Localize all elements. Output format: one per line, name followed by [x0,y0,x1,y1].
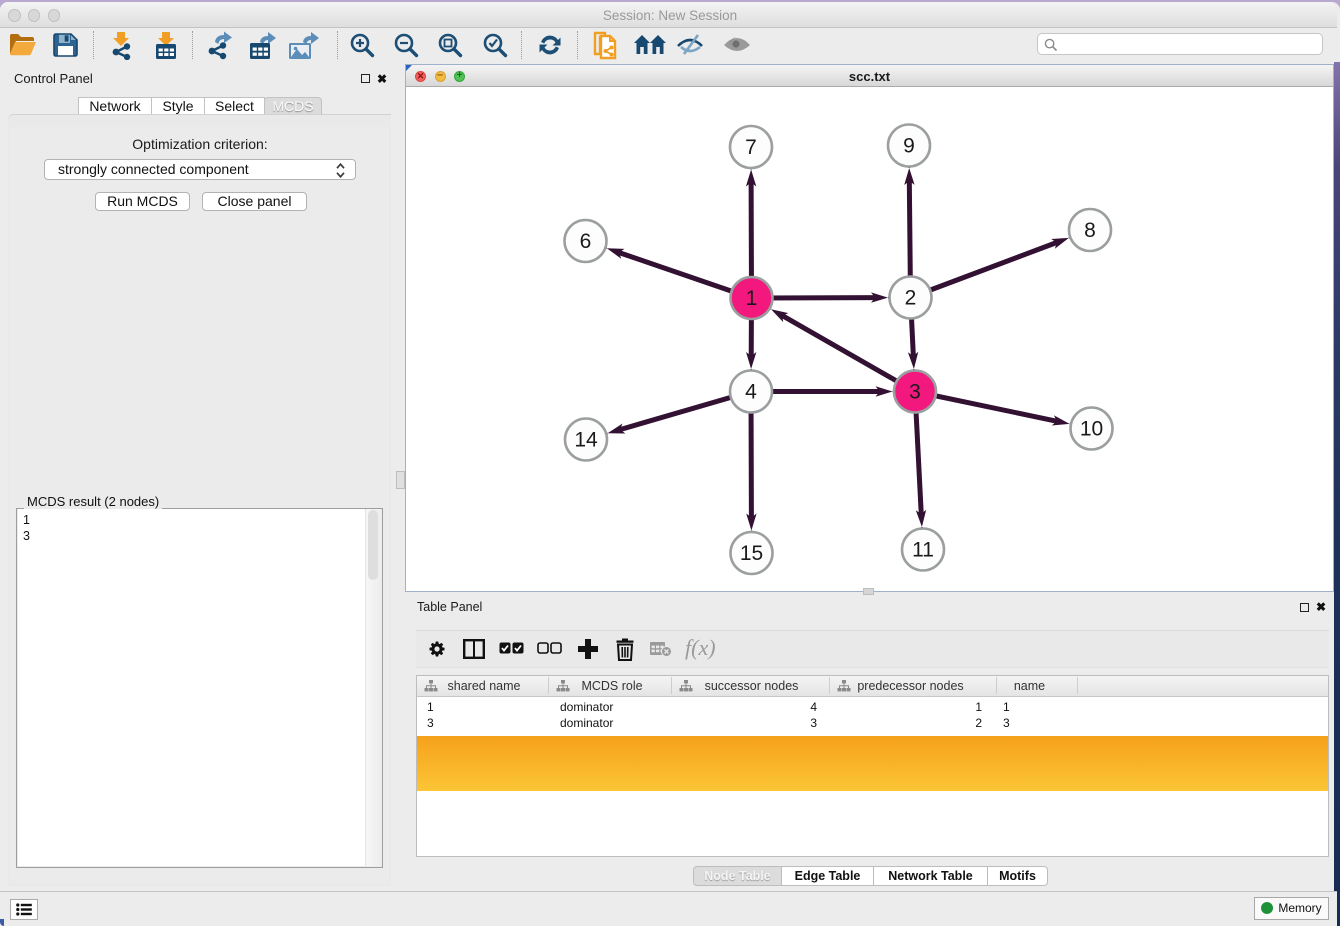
svg-text:15: 15 [740,542,763,565]
svg-text:7: 7 [745,136,757,159]
svg-text:10: 10 [1080,418,1103,441]
svg-text:2: 2 [905,287,917,310]
svg-text:4: 4 [745,381,757,404]
svg-text:8: 8 [1084,219,1096,242]
svg-text:11: 11 [912,539,934,562]
svg-text:9: 9 [903,135,915,158]
svg-text:14: 14 [574,429,598,452]
svg-text:3: 3 [909,381,921,404]
svg-text:6: 6 [580,230,592,253]
svg-text:1: 1 [746,287,758,310]
